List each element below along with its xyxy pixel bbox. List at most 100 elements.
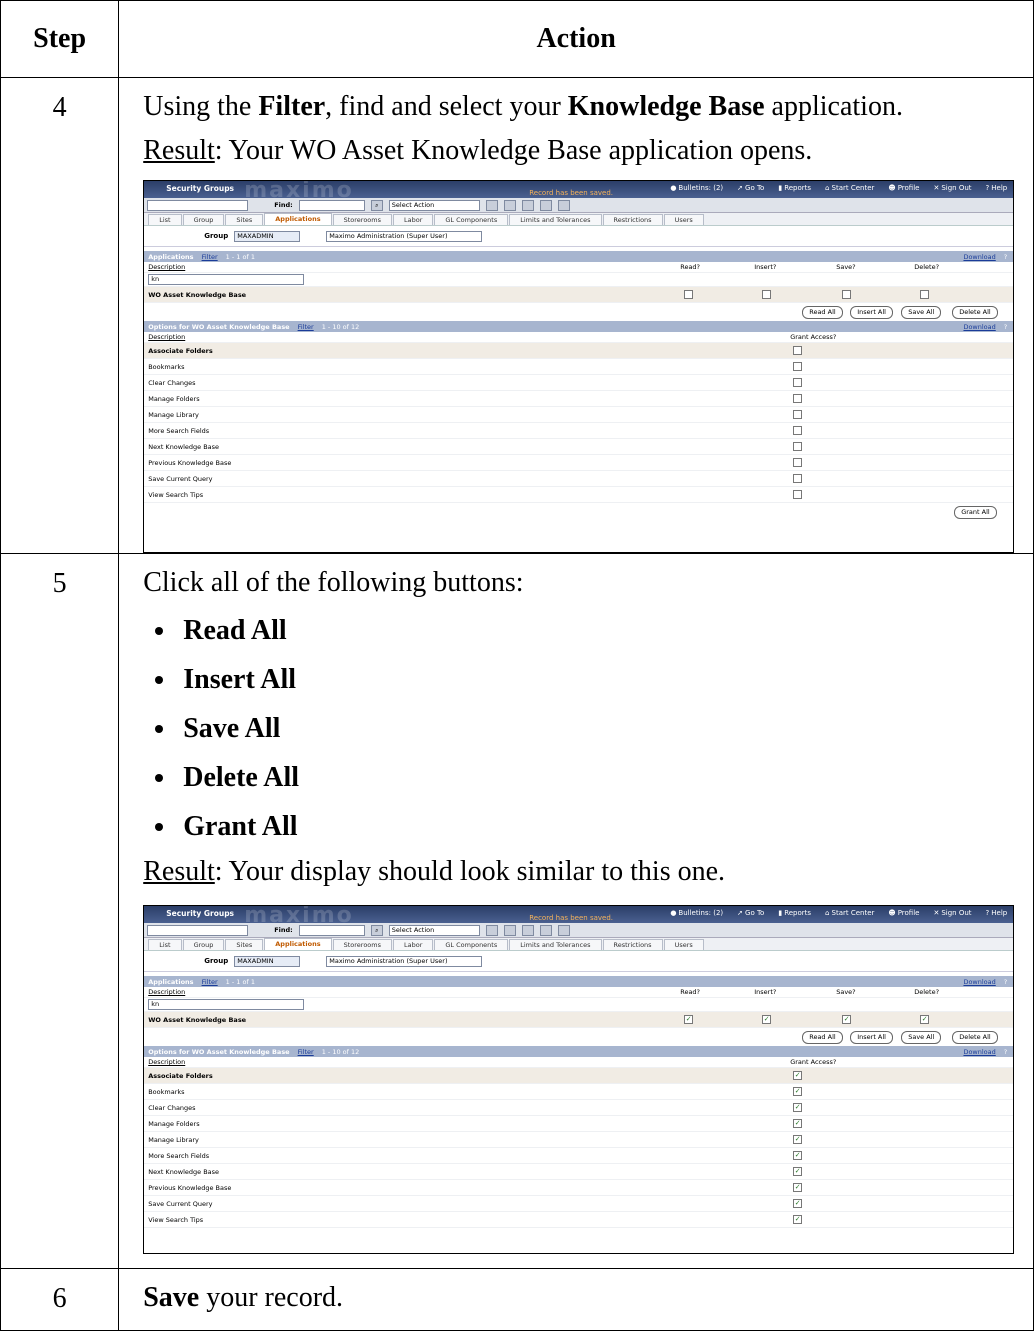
tab-sites[interactable]: Sites [225, 214, 264, 225]
bullet-read-all: Read All [119, 606, 1033, 655]
option-row: Bookmarks [144, 359, 1014, 375]
tab-users[interactable]: Users [663, 214, 704, 225]
option-row: Manage Library [144, 407, 1014, 423]
start-center-link[interactable]: ⌂ Start Center [825, 184, 874, 192]
filter-row: kn [144, 273, 1014, 287]
tab-gl-components[interactable]: GL Components [434, 214, 509, 225]
save-checkbox[interactable] [842, 290, 852, 299]
step-6-action: Save your record. [118, 1268, 1034, 1331]
save-checkbox-checked[interactable]: ✓ [842, 1015, 852, 1024]
prev-icon[interactable] [539, 199, 552, 211]
tab-applications[interactable]: Applications [264, 213, 332, 225]
bullet-save-all: Save All [119, 704, 1033, 753]
app-row: WO Asset Knowledge Base [144, 287, 1014, 303]
query-select[interactable] [147, 199, 249, 211]
grant-checkbox[interactable] [793, 442, 803, 451]
insert-all-button[interactable]: Insert All [850, 306, 893, 319]
filter-link[interactable]: Filter [202, 253, 218, 261]
read-checkbox[interactable] [684, 290, 694, 299]
next-icon[interactable] [557, 199, 570, 211]
download-link[interactable]: Download [963, 253, 995, 261]
step-5-action: Click all of the following buttons: Read… [118, 553, 1034, 1269]
grant-checkbox[interactable] [793, 378, 803, 387]
top-links: ● Bulletins: (2) ➚ Go To ▮ Reports ⌂ Start C… [670, 184, 1007, 192]
delete-all-button[interactable]: Delete All [952, 306, 998, 319]
grant-checkbox[interactable] [793, 426, 803, 435]
apps-header-row: Description Read? Insert? Save? Delete? [144, 262, 1014, 273]
option-row: Manage Folders [144, 391, 1014, 407]
permission-buttons: Read All Insert All Save All Delete All [144, 303, 1013, 321]
signout-link[interactable]: ✕ Sign Out [933, 184, 971, 192]
grant-all-button[interactable]: Grant All [954, 506, 997, 519]
grant-row: Grant All [144, 503, 1013, 521]
bulletins-link[interactable]: ● Bulletins: (2) [670, 184, 723, 192]
screenshot-before: Security Groups maximo Record has been s… [143, 180, 1015, 553]
tab-list[interactable]: List [148, 214, 182, 225]
description-filter[interactable]: kn [148, 274, 305, 285]
delete-checkbox[interactable] [920, 290, 930, 299]
step-number-6: 6 [0, 1268, 120, 1331]
bullet-delete-all: Delete All [119, 753, 1033, 802]
insert-checkbox-checked[interactable]: ✓ [762, 1015, 772, 1024]
option-row: Save Current Query [144, 471, 1014, 487]
button-list: Read All Insert All Save All Delete All … [119, 606, 1033, 851]
grant-checkbox[interactable] [793, 474, 803, 483]
read-all-button[interactable]: Read All [802, 306, 843, 319]
option-row: Associate Folders [144, 343, 1014, 359]
read-checkbox-checked[interactable]: ✓ [684, 1015, 694, 1024]
new-icon[interactable] [485, 199, 498, 211]
options-section-header: Options for WO Asset Knowledge Base Filt… [144, 321, 1014, 332]
bullet-insert-all: Insert All [119, 655, 1033, 704]
maximo-logo: maximo [244, 905, 354, 928]
bullet-grant-all: Grant All [119, 802, 1033, 851]
grant-checkbox[interactable] [793, 490, 803, 499]
instruction-save: Save your record. [143, 1282, 344, 1313]
app-topbar: Security Groups maximo Record has been s… [144, 181, 1014, 203]
reports-link[interactable]: ▮ Reports [778, 184, 811, 192]
applications-section-header: Applications Filter 1 - 1 of 1 Download? [144, 251, 1014, 262]
step-4-action: Using the Filter, find and select your K… [118, 77, 1034, 554]
grant-checkbox[interactable] [793, 410, 803, 419]
tab-restrictions[interactable]: Restrictions [602, 214, 663, 225]
grant-checkbox[interactable] [793, 362, 803, 371]
binoculars-icon[interactable]: ⌕ [370, 924, 383, 936]
result-line-4: Result: Your WO Asset Knowledge Base app… [143, 135, 813, 166]
step-number-4: 4 [0, 77, 120, 554]
tab-storerooms[interactable]: Storerooms [332, 214, 392, 225]
tab-labor[interactable]: Labor [393, 214, 434, 225]
action-header: Action [118, 0, 1034, 78]
option-row: Clear Changes [144, 375, 1014, 391]
option-row: View Search Tips [144, 487, 1014, 503]
profile-link[interactable]: ☻ Profile [888, 184, 919, 192]
saved-message: Record has been saved. [529, 189, 613, 197]
maximo-logo: maximo [244, 180, 354, 203]
group-field[interactable]: MAXADMIN [234, 230, 301, 242]
binoculars-icon[interactable]: ⌕ [370, 199, 383, 211]
goto-link[interactable]: ➚ Go To [737, 184, 764, 192]
option-row: More Search Fields [144, 423, 1014, 439]
step-header: Step [0, 0, 120, 78]
save-icon[interactable] [503, 199, 516, 211]
tab-limits[interactable]: Limits and Tolerances [509, 214, 602, 225]
grant-checkbox[interactable] [793, 394, 803, 403]
instruction-click: Click all of the following buttons: [143, 567, 524, 598]
group-row: Group MAXADMIN Maximo Administration (Su… [144, 226, 1014, 247]
grant-checkbox[interactable] [793, 458, 803, 467]
save-all-button[interactable]: Save All [901, 306, 942, 319]
instruction-filter: Using the Filter, find and select your K… [143, 91, 903, 122]
group-desc-field[interactable]: Maximo Administration (Super User) [326, 230, 483, 242]
insert-checkbox[interactable] [762, 290, 772, 299]
delete-checkbox-checked[interactable]: ✓ [920, 1015, 930, 1024]
select-action[interactable]: Select Action [388, 199, 480, 211]
options-header-row: Description Grant Access? [144, 332, 1014, 343]
help-link[interactable]: ? Help [986, 184, 1008, 192]
result-line-5: Result: Your display should look similar… [143, 856, 726, 887]
option-row: Next Knowledge Base [144, 439, 1014, 455]
grant-checkbox[interactable] [793, 346, 803, 355]
clear-icon[interactable] [521, 199, 534, 211]
tab-bar: List Group Sites Applications Storerooms… [144, 213, 1014, 226]
procedure-document: Step Action 4 Using the Filter, find and… [0, 0, 1034, 1331]
tab-group[interactable]: Group [182, 214, 225, 225]
app-title: Security Groups [166, 184, 235, 193]
screenshot-after: Security Groups maximo Record has been s… [143, 905, 1015, 1254]
